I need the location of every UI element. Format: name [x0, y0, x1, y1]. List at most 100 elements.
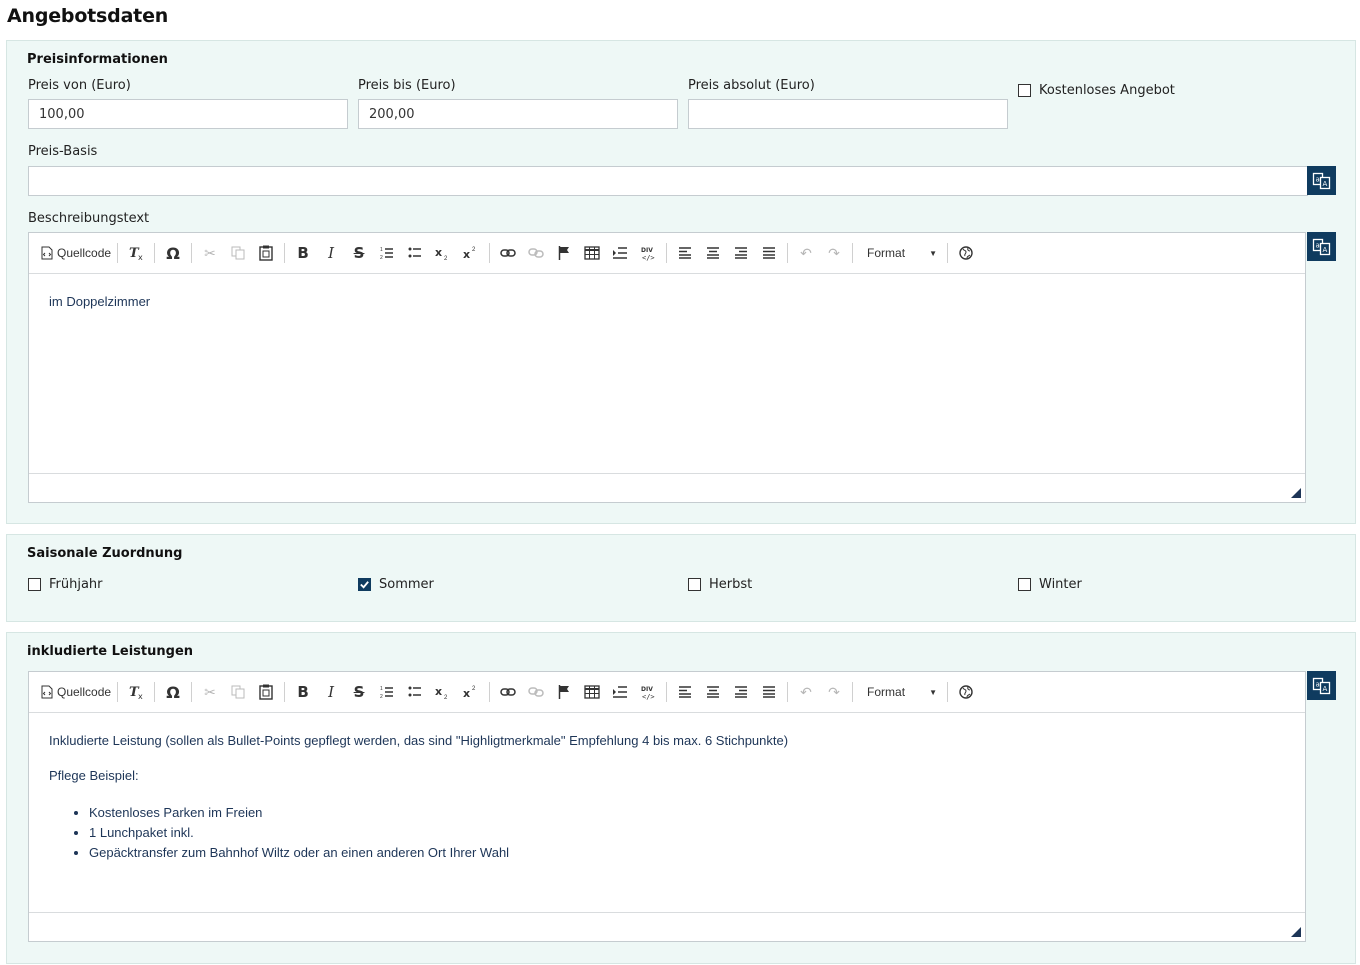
svg-text:2: 2 [380, 255, 383, 260]
table-button[interactable] [580, 680, 604, 704]
special-char-button[interactable]: Ω [161, 241, 185, 265]
clipboard-icon [259, 245, 273, 261]
div-container-button[interactable]: DIV </> [636, 241, 660, 265]
undo-button[interactable]: ↶ [794, 241, 818, 265]
bullet-list-button[interactable] [403, 241, 427, 265]
strike-button[interactable]: S [347, 680, 371, 704]
align-right-button[interactable] [729, 241, 753, 265]
italic-button[interactable]: I [319, 241, 343, 265]
italic-button[interactable]: I [319, 680, 343, 704]
superscript-button[interactable]: x2 [459, 680, 483, 704]
remove-format-button[interactable]: Tx [124, 680, 148, 704]
description-content[interactable]: im Doppelzimmer [29, 274, 1305, 349]
description-editor[interactable]: Quellcode Tx Ω ✂ B I S 12 x2 x2 DIV</> [28, 232, 1306, 503]
winter-checkbox[interactable] [1018, 578, 1031, 591]
season-option-summer[interactable]: Sommer [358, 577, 434, 592]
bullet-list-button[interactable] [403, 680, 427, 704]
align-left-button[interactable] [673, 680, 697, 704]
toolbar-separator [154, 243, 156, 263]
flag-icon [558, 685, 570, 699]
price-basis-translate-button[interactable]: a A [1307, 166, 1336, 195]
services-editor[interactable]: Quellcode Tx Ω ✂ B I S 12 x2 x2 DIV</> [28, 671, 1306, 942]
strike-button[interactable]: S [347, 241, 371, 265]
season-option-spring[interactable]: Frühjahr [28, 577, 103, 592]
language-button[interactable] [954, 241, 978, 265]
format-dropdown[interactable]: Format ▼ [859, 680, 941, 704]
subscript-button[interactable]: x2 [431, 680, 455, 704]
copy-button[interactable] [226, 680, 250, 704]
unlink-button[interactable] [524, 680, 548, 704]
align-center-button[interactable] [701, 241, 725, 265]
justify-button[interactable] [757, 241, 781, 265]
special-char-button[interactable]: Ω [161, 680, 185, 704]
price-from-input[interactable] [28, 99, 348, 129]
free-offer-checkbox[interactable] [1018, 84, 1031, 97]
redo-button[interactable]: ↷ [822, 680, 846, 704]
align-left-icon [679, 686, 692, 698]
spring-checkbox[interactable] [28, 578, 41, 591]
season-option-winter[interactable]: Winter [1018, 577, 1082, 592]
format-label: Format [867, 246, 906, 260]
summer-label: Sommer [379, 577, 434, 592]
align-center-button[interactable] [701, 680, 725, 704]
copy-button[interactable] [226, 241, 250, 265]
svg-text:</>: </> [642, 254, 655, 261]
free-offer-option[interactable]: Kostenloses Angebot [1018, 83, 1175, 98]
paste-button[interactable] [254, 241, 278, 265]
justify-button[interactable] [757, 680, 781, 704]
numbered-list-button[interactable]: 12 [375, 241, 399, 265]
link-button[interactable] [496, 680, 520, 704]
unlink-icon [528, 248, 544, 258]
link-button[interactable] [496, 241, 520, 265]
indent-button[interactable] [608, 680, 632, 704]
toolbar-separator [787, 682, 789, 702]
align-left-button[interactable] [673, 241, 697, 265]
season-option-autumn[interactable]: Herbst [688, 577, 752, 592]
numbered-list-button[interactable]: 12 [375, 680, 399, 704]
subscript-button[interactable]: x2 [431, 241, 455, 265]
bold-button[interactable]: B [291, 241, 315, 265]
price-to-input[interactable] [358, 99, 678, 129]
format-dropdown[interactable]: Format ▼ [859, 241, 941, 265]
toolbar-separator [154, 682, 156, 702]
align-right-button[interactable] [729, 680, 753, 704]
remove-format-button[interactable]: Tx [124, 241, 148, 265]
source-label: Quellcode [57, 685, 112, 699]
anchor-button[interactable] [552, 241, 576, 265]
resize-handle[interactable] [1291, 927, 1301, 937]
table-button[interactable] [580, 241, 604, 265]
svg-text:</>: </> [642, 693, 655, 700]
undo-icon: ↶ [800, 244, 812, 261]
paste-button[interactable] [254, 680, 278, 704]
list-item: Gepäcktransfer zum Bahnhof Wiltz oder an… [89, 843, 1285, 863]
language-button[interactable] [954, 680, 978, 704]
indent-icon [613, 686, 628, 698]
services-content[interactable]: Inkludierte Leistung (sollen als Bullet-… [29, 713, 1305, 883]
bold-button[interactable]: B [291, 680, 315, 704]
svg-text:2: 2 [444, 256, 448, 260]
toolbar-separator [666, 682, 668, 702]
description-translate-button[interactable]: a A [1307, 232, 1336, 261]
summer-checkbox[interactable] [358, 578, 371, 591]
page-title: Angebotsdaten [7, 5, 169, 27]
services-translate-button[interactable]: a A [1307, 671, 1336, 700]
indent-button[interactable] [608, 241, 632, 265]
services-example-text: Pflege Beispiel: [49, 768, 139, 783]
svg-text:x: x [138, 692, 143, 700]
resize-handle[interactable] [1291, 488, 1301, 498]
source-button[interactable]: Quellcode [41, 680, 111, 704]
autumn-checkbox[interactable] [688, 578, 701, 591]
cut-button[interactable]: ✂ [198, 241, 222, 265]
undo-button[interactable]: ↶ [794, 680, 818, 704]
cut-button[interactable]: ✂ [198, 680, 222, 704]
anchor-button[interactable] [552, 680, 576, 704]
div-container-button[interactable]: DIV </> [636, 680, 660, 704]
price-absolute-input[interactable] [688, 99, 1008, 129]
source-button[interactable]: Quellcode [41, 241, 111, 265]
redo-button[interactable]: ↷ [822, 241, 846, 265]
price-basis-input[interactable] [28, 166, 1308, 196]
remove-format-icon: Tx [129, 685, 143, 700]
superscript-button[interactable]: x2 [459, 241, 483, 265]
unlink-button[interactable] [524, 241, 548, 265]
toolbar-separator [489, 243, 491, 263]
